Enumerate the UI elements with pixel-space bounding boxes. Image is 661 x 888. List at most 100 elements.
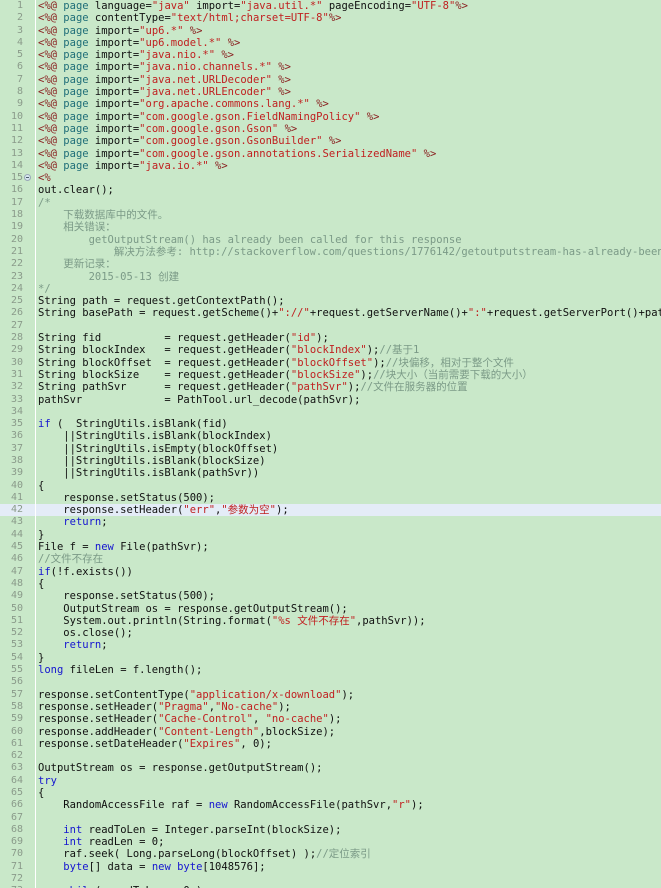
code-line[interactable]: 48 { [0,577,661,591]
code-line[interactable]: 56 [0,676,661,689]
code-line[interactable]: 21 解决方法参考: http://stackoverflow.com/ques… [0,245,661,259]
code-line[interactable]: 61 response.setDateHeader("Expires", 0); [0,737,661,751]
code-line[interactable]: 63 OutputStream os = response.getOutputSt… [0,762,661,775]
code-line[interactable]: 53 return; [0,639,661,652]
code-line[interactable]: 42 response.setHeader("err","参数为空"); [0,504,661,517]
code-line[interactable]: 11 <%@ page import="com.google.gson.Gson"… [0,122,661,136]
code-line[interactable]: 29 String blockIndex = request.getHeader(… [0,344,661,357]
code-text: //文件不存在 [38,553,103,565]
code-line[interactable]: 9 <%@ page import="org.apache.commons.lan… [0,98,661,111]
code-line[interactable]: 28 String fid = request.getHeader("id"); [0,332,661,345]
code-line[interactable]: 19 相关错误： [0,221,661,234]
code-line[interactable]: 4 <%@ page import="up6.model.*" %> [0,36,661,50]
code-line[interactable]: 65 { [0,787,661,800]
code-line[interactable]: 15 <% [0,172,661,185]
code-line[interactable]: 38 ||StringUtils.isBlank(blockSize) [0,454,661,468]
token-plain: String blockOffset = request.getHeader( [38,356,291,369]
code-line[interactable]: 66 RandomAccessFile raf = new RandomAcce… [0,799,661,812]
code-line[interactable]: 52 os.close(); [0,627,661,640]
code-line[interactable]: 37 ||StringUtils.isEmpty(blockOffset) [0,442,661,455]
code-line[interactable]: 13 <%@ page import="com.google.gson.annot… [0,147,661,160]
code-line[interactable]: 5 <%@ page import="java.nio.*" %> [0,49,661,62]
token-kw: long [38,664,64,677]
code-line[interactable]: 67 [0,811,661,824]
code-line[interactable]: 6 <%@ page import="java.nio.channels.*" %… [0,61,661,74]
code-line[interactable]: 25 String path = request.getContextPath()… [0,295,661,308]
code-line[interactable]: 20 getOutputStream() has already been ca… [0,233,661,246]
token-str: "com.google.gson.Gson" [139,122,279,135]
code-line[interactable]: 64 try [0,774,661,788]
code-line[interactable]: 3 <%@ page import="up6.*" %> [0,24,661,37]
token-cmt: /* [38,196,51,209]
code-line[interactable]: 16 out.clear(); [0,184,661,197]
code-line[interactable]: 58 response.setHeader("Pragma","No-cache"… [0,700,661,714]
code-line[interactable]: 24 */ [0,282,661,296]
code-line[interactable]: 54} [0,651,661,665]
code-line[interactable]: 59 response.setHeader("Cache-Control", "n… [0,713,661,726]
code-line[interactable]: 2 <%@ page contentType="text/html;charset… [0,12,661,25]
token-plain: out.clear(); [38,184,114,197]
code-line[interactable]: 47 if(!f.exists()) [0,565,661,578]
code-line[interactable]: 26 String basePath = request.getScheme()+… [0,307,661,320]
code-text: pathSvr = PathTool.url_decode(pathSvr); [38,394,360,406]
code-line[interactable]: 51 System.out.println(String.format("%s … [0,614,661,628]
token-plain: ||StringUtils.isBlank(pathSvr)) [38,467,260,480]
code-line[interactable]: 44} [0,528,661,542]
line-number: 29 [10,344,23,356]
code-line[interactable]: 60 response.addHeader("Content-Length",bl… [0,725,661,738]
code-text: File f = new File(pathSvr); [38,541,209,553]
code-line[interactable]: 69 int readLen = 0; [0,836,661,849]
code-line[interactable]: 39 ||StringUtils.isBlank(pathSvr)) [0,467,661,480]
code-line[interactable]: 45 File f = new File(pathSvr); [0,541,661,554]
line-number: 28 [10,332,23,344]
line-number: 63 [10,762,23,774]
code-line[interactable]: 10 <%@ page import="com.google.gson.Field… [0,110,661,123]
code-line[interactable]: 46 //文件不存在 [0,553,661,566]
token-jsp: <%@ [38,159,57,172]
code-line[interactable]: 22 更新记录： [0,258,661,271]
code-text: try [38,775,57,787]
token-cmt: 2015-05-13 创建 [38,270,180,283]
line-number: 11 [10,122,23,134]
code-lines-container[interactable]: 1 <%@ page language="java" import="java.u… [0,0,661,888]
code-line[interactable]: 50 OutputStream os = response.getOutputS… [0,602,661,615]
code-line[interactable]: 31 String blockSize = request.getHeader("… [0,368,661,382]
token-attr: page [63,147,89,160]
code-editor[interactable]: 1 <%@ page language="java" import="java.u… [0,0,661,888]
code-line[interactable]: 23 2015-05-13 创建 [0,270,661,283]
code-line[interactable]: 40 { [0,479,661,492]
line-number: 27 [10,319,23,331]
code-line[interactable]: 12 <%@ page import="com.google.gson.GsonB… [0,135,661,148]
code-line[interactable]: 36 ||StringUtils.isBlank(blockIndex) [0,430,661,443]
code-line[interactable]: 1 <%@ page language="java" import="java.u… [0,0,661,13]
code-line[interactable]: 55 long fileLen = f.length(); [0,664,661,677]
code-line[interactable]: 43 return; [0,516,661,529]
token-str: "blockOffset" [290,356,374,369]
line-number: 14 [10,159,23,171]
code-line[interactable]: 33 pathSvr = PathTool.url_decode(pathSvr)… [0,393,661,406]
code-line[interactable]: 8 <%@ page import="java.net.URLEncoder" %… [0,86,661,99]
code-line[interactable]: 35 if ( StringUtils.isBlank(fid) [0,418,661,431]
code-line[interactable]: 68 int readToLen = Integer.parseInt(bloc… [0,823,661,837]
token-str: "id" [290,332,317,345]
code-line[interactable]: 7 <%@ page import="java.net.URLDecoder" %… [0,73,661,87]
token-plain: +request.getServerPort()+path+ [486,307,661,320]
code-line[interactable]: 14 <%@ page import="java.io.*" %> [0,159,661,173]
code-line[interactable]: 41 response.setStatus(500); [0,491,661,505]
code-line[interactable]: 49 response.setStatus(500); [0,590,661,603]
token-jsp: <%@ [38,86,57,99]
code-line[interactable]: 27 [0,319,661,333]
code-line[interactable]: 57 response.setContentType("application/x… [0,688,661,701]
token-plain: } [38,651,45,664]
code-line[interactable]: 30 String blockOffset = request.getHeader… [0,356,661,369]
code-line[interactable]: 72 [0,873,661,886]
code-line[interactable]: 71 byte[] data = new byte[1048576]; [0,860,661,874]
code-line[interactable]: 18 下载数据库中的文件。 [0,209,661,222]
code-line[interactable]: 70 raf.seek( Long.parseLong(blockOffset)… [0,848,661,861]
code-line[interactable]: 34 [0,405,661,419]
code-line[interactable]: 17 /* [0,196,661,210]
code-text: <%@ page import="java.net.URLDecoder" %> [38,74,291,86]
fold-minus-icon[interactable] [24,174,31,182]
code-line[interactable]: 32 String pathSvr = request.getHeader("pa… [0,381,661,394]
code-line[interactable]: 62 [0,750,661,763]
